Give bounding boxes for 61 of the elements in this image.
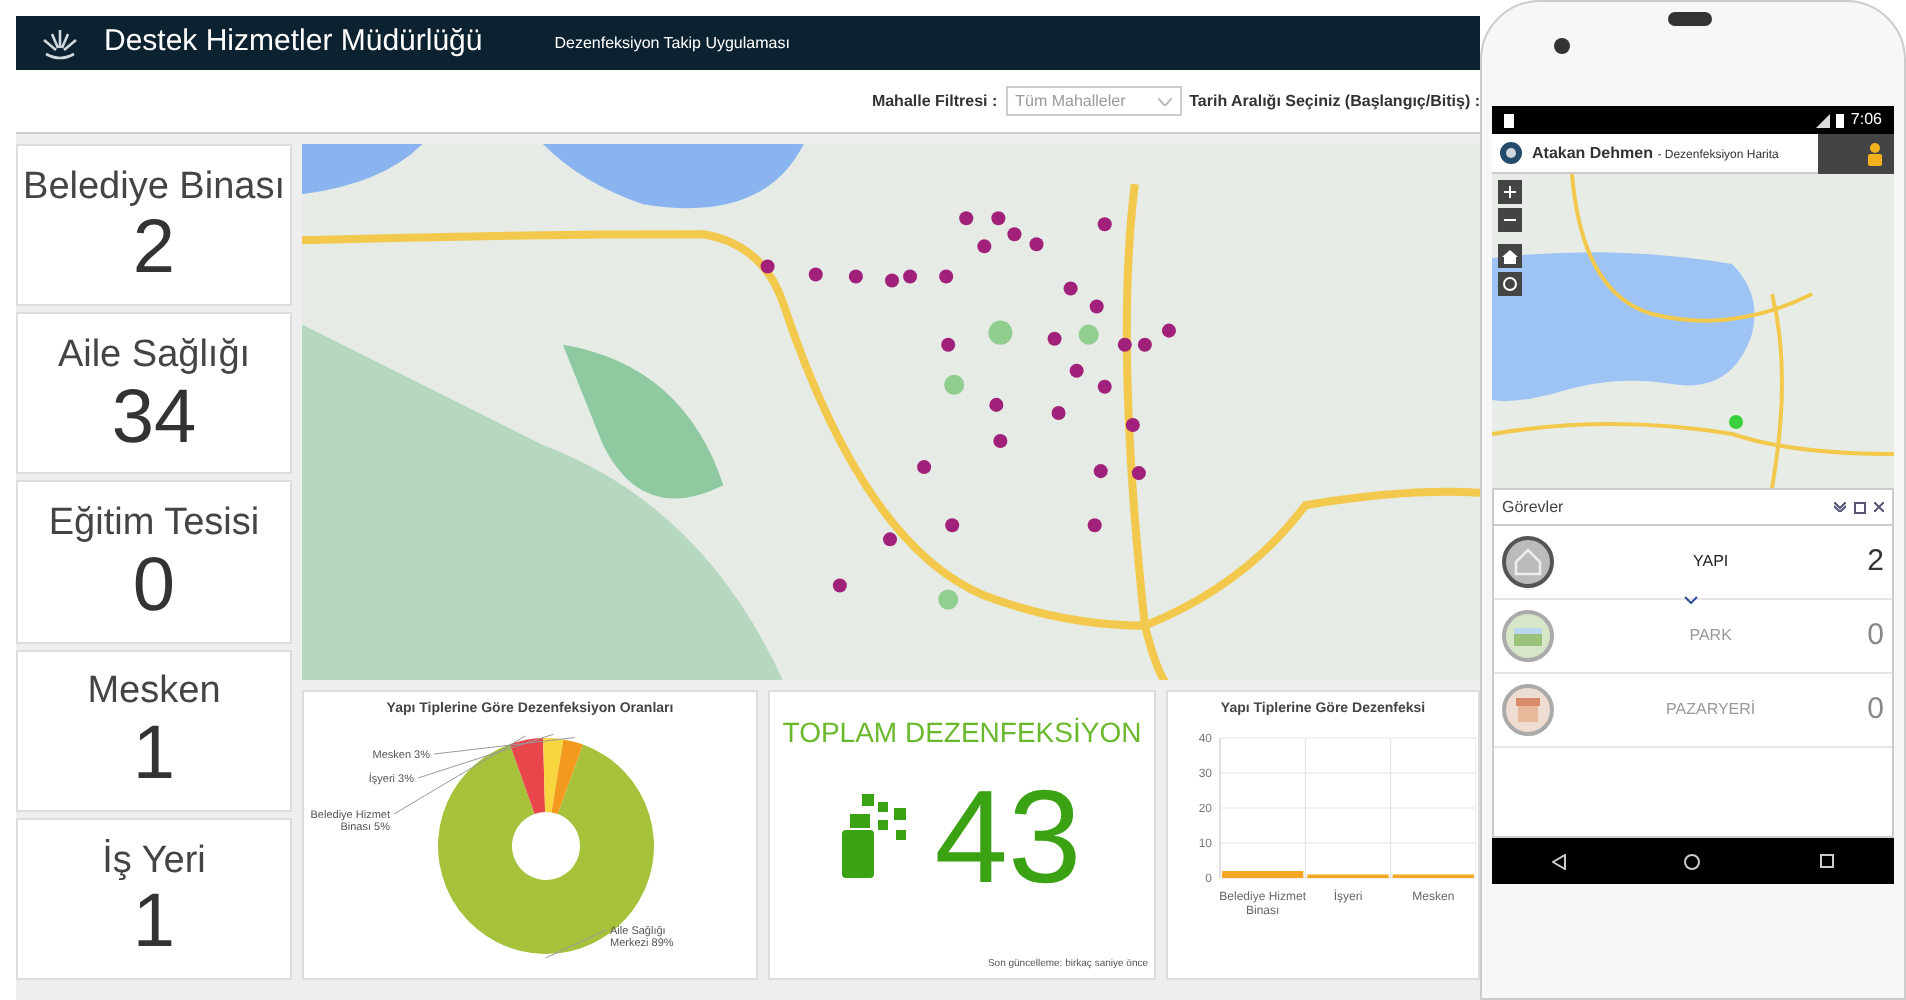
task-row[interactable]: PAZARYERİ 0 bbox=[1494, 674, 1892, 748]
locate-button[interactable] bbox=[1498, 272, 1522, 296]
house-icon bbox=[1502, 536, 1554, 588]
task-row[interactable]: YAPI 2 bbox=[1494, 526, 1892, 600]
sim-icon bbox=[1504, 113, 1514, 127]
panel-title: Görevler bbox=[1502, 495, 1564, 519]
phone-camera bbox=[1554, 38, 1570, 54]
counter-value: 0 bbox=[132, 547, 176, 624]
back-icon[interactable] bbox=[1551, 853, 1566, 869]
zoom-in-button[interactable] bbox=[1498, 180, 1522, 204]
plus-icon bbox=[1504, 186, 1516, 198]
app-title: Destek Hizmetler Müdürlüğü bbox=[104, 22, 483, 63]
counter-label: Aile Sağlığı bbox=[57, 331, 251, 380]
task-count: 0 bbox=[1867, 615, 1884, 656]
close-icon bbox=[1874, 502, 1884, 512]
signal-icon bbox=[1816, 113, 1831, 127]
minus-icon bbox=[1504, 214, 1516, 226]
total-count: 43 bbox=[934, 770, 1082, 902]
task-label: YAPI bbox=[1691, 550, 1731, 574]
task-count: 0 bbox=[1867, 689, 1884, 730]
phone-speaker bbox=[1668, 12, 1712, 26]
location-dot bbox=[1729, 415, 1743, 429]
date-range-label: Tarih Aralığı Seçiniz (Başlangıç/Bitiş) : bbox=[1189, 89, 1480, 113]
home-circle-icon[interactable] bbox=[1684, 853, 1701, 869]
person-icon bbox=[1866, 142, 1884, 166]
task-label: PAZARYERİ bbox=[1664, 698, 1758, 722]
user-button[interactable] bbox=[1818, 134, 1894, 174]
locate-icon bbox=[1502, 276, 1518, 292]
battery-icon bbox=[1836, 113, 1845, 127]
counter-label: Mesken bbox=[87, 668, 221, 717]
counter-value: 1 bbox=[132, 716, 176, 793]
total-title: TOPLAM DEZENFEKSİYON bbox=[782, 714, 1142, 752]
counter-label: Belediye Binası bbox=[23, 163, 285, 211]
chevron-down-icon[interactable] bbox=[1684, 596, 1698, 604]
bar bbox=[1222, 870, 1304, 877]
leader-line bbox=[545, 928, 607, 958]
home-icon bbox=[1502, 249, 1518, 263]
caret-icon bbox=[1157, 97, 1172, 105]
emblem-icon bbox=[1500, 142, 1522, 164]
user-name: Atakan Dehmen bbox=[1532, 143, 1653, 161]
counter-value: 1 bbox=[132, 884, 176, 961]
home-button[interactable] bbox=[1498, 244, 1522, 268]
counter-value: 2 bbox=[132, 210, 176, 287]
park-icon bbox=[1502, 610, 1554, 662]
task-row[interactable]: PARK 0 bbox=[1494, 600, 1892, 674]
clock-time: 7:06 bbox=[1850, 108, 1882, 132]
logo-icon bbox=[40, 25, 80, 61]
neighborhood-dropdown[interactable]: Tüm Mahalleler bbox=[1005, 86, 1182, 116]
counter-value: 34 bbox=[111, 379, 197, 456]
task-count: 2 bbox=[1867, 541, 1884, 582]
counter-label: Eğitim Tesisi bbox=[48, 500, 260, 548]
app-subtitle: Dezenfeksiyon Takip Uygulaması bbox=[554, 31, 790, 55]
market-stall-icon bbox=[1502, 684, 1554, 736]
task-label: PARK bbox=[1687, 624, 1734, 648]
collapse-icon bbox=[1834, 502, 1846, 512]
zoom-out-button[interactable] bbox=[1498, 208, 1522, 232]
dock-icon bbox=[1854, 501, 1866, 513]
recents-icon[interactable] bbox=[1820, 854, 1835, 868]
filter-label: Mahalle Filtresi : bbox=[871, 89, 998, 113]
counter-label: İş Yeri bbox=[102, 837, 206, 885]
spray-can-icon bbox=[842, 794, 911, 878]
